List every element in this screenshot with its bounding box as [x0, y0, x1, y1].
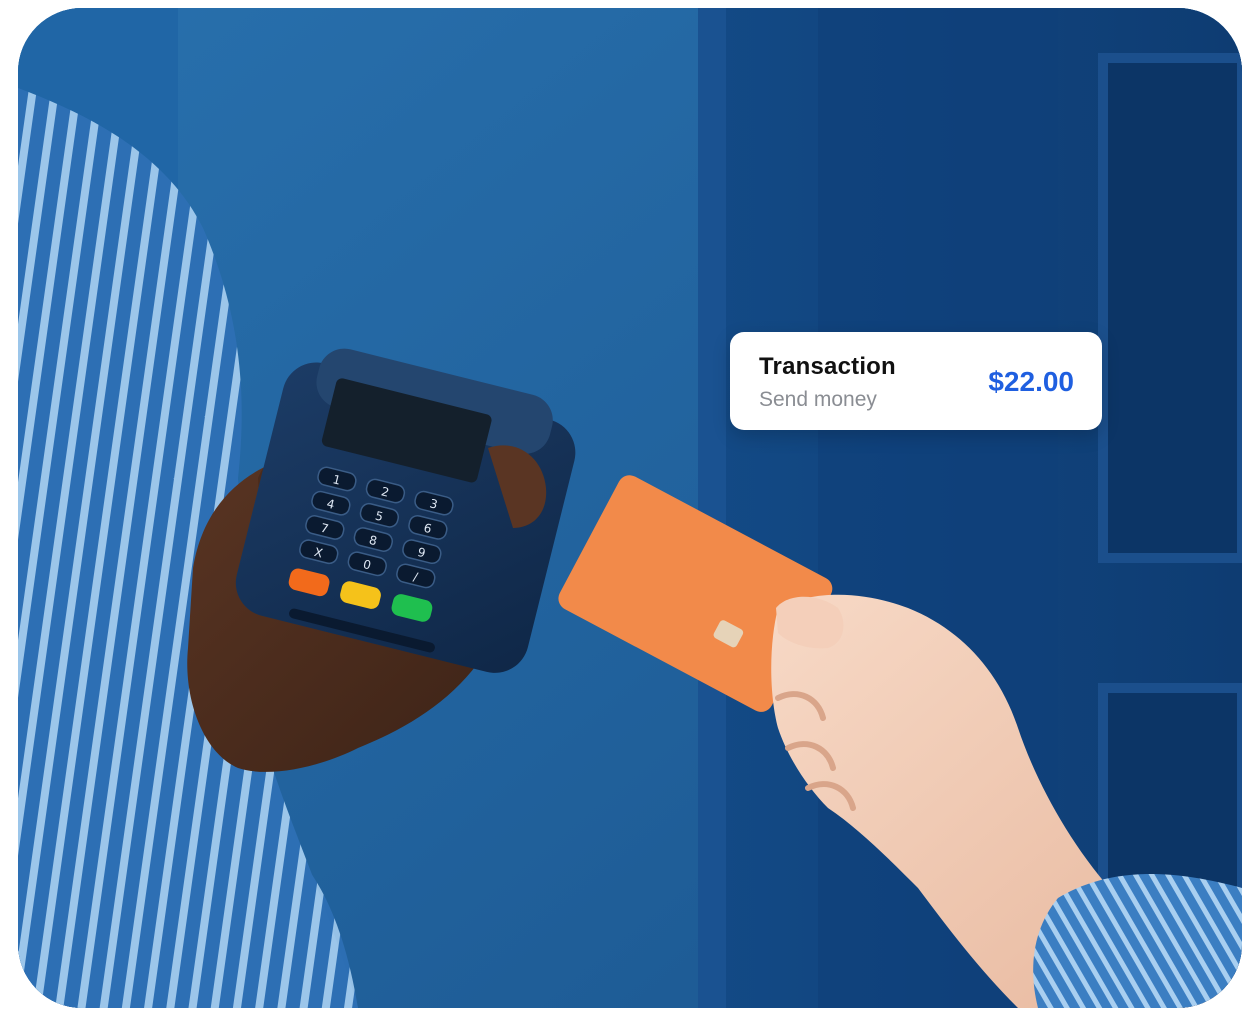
transaction-amount: $22.00: [988, 366, 1074, 397]
photo-frame: 123 456 789 X 0/ Transaction Send money $…: [18, 8, 1242, 1008]
transaction-subtitle: Send money: [759, 388, 877, 411]
door-frame: [698, 8, 726, 1008]
transaction-card: Transaction Send money $22.00: [730, 332, 1102, 430]
transaction-title: Transaction: [759, 353, 896, 380]
payment-scene: 123 456 789 X0/: [18, 8, 1242, 1008]
door-panel-upper: [1098, 53, 1242, 563]
